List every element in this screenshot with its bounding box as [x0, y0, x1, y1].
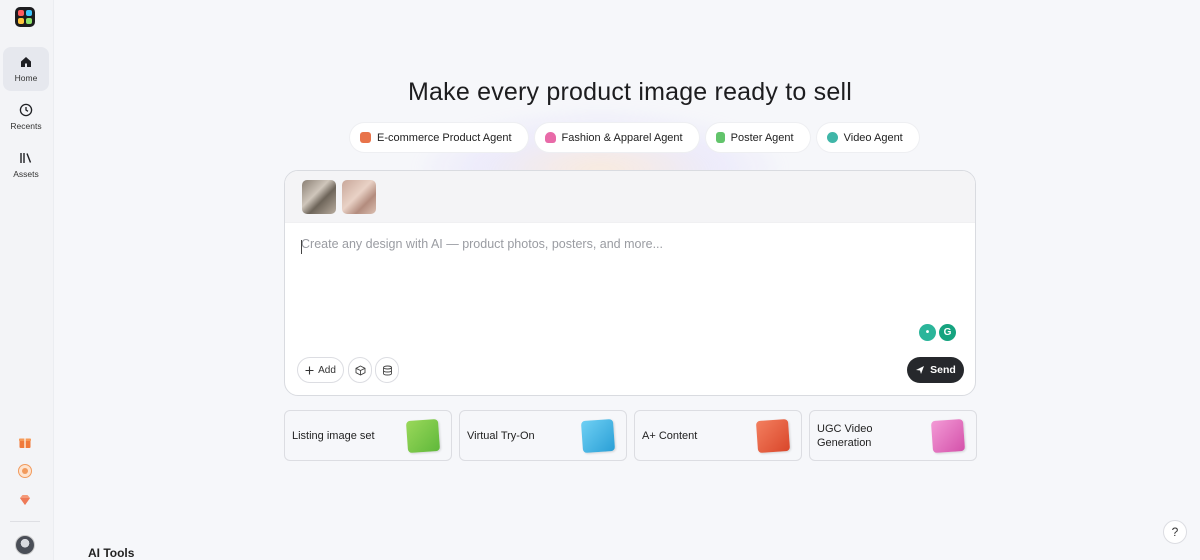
agent-selector: E-commerce Product Agent Fashion & Appar…: [350, 123, 919, 152]
send-icon: [916, 366, 925, 374]
add-button[interactable]: Add: [297, 357, 344, 383]
feature-card-try-on[interactable]: Virtual Try-On: [459, 410, 627, 461]
database-button[interactable]: [375, 357, 399, 383]
help-button[interactable]: ?: [1163, 520, 1187, 544]
database-icon: [382, 365, 392, 375]
feature-cards: Listing image set Virtual Try-On A+ Cont…: [284, 410, 977, 461]
gem-icon[interactable]: [17, 492, 33, 508]
feature-card-ugc-video[interactable]: UGC Video Generation: [809, 410, 977, 461]
page-title: Make every product image ready to sell: [408, 78, 852, 106]
extension-badges: • G: [919, 324, 956, 341]
avatar[interactable]: [15, 535, 35, 555]
cube-icon: [355, 364, 365, 376]
agent-pill-poster[interactable]: Poster Agent: [705, 123, 810, 152]
video-icon: [826, 132, 838, 143]
agent-pill-ecommerce[interactable]: E-commerce Product Agent: [350, 123, 528, 152]
listing-image-art: [405, 418, 441, 454]
agent-pill-label: Poster Agent: [730, 131, 794, 144]
agent-pill-label: E-commerce Product Agent: [377, 131, 512, 144]
a-plus-content-art: [755, 418, 791, 454]
feature-card-listing[interactable]: Listing image set: [284, 410, 452, 461]
feature-card-label: UGC Video Generation: [817, 422, 873, 449]
sidebar-item-label: Recents: [10, 121, 42, 131]
agent-pill-label: Fashion & Apparel Agent: [561, 131, 683, 144]
poster-icon: [715, 132, 725, 143]
app-logo[interactable]: [15, 7, 35, 27]
feature-card-label: Virtual Try-On: [467, 429, 535, 442]
attached-image-thumbnail[interactable]: [302, 180, 336, 214]
shirt-icon: [544, 132, 556, 143]
grammarly-icon[interactable]: G: [939, 324, 956, 341]
coin-icon[interactable]: [17, 463, 33, 479]
lightbulb-icon[interactable]: •: [919, 324, 936, 341]
feature-card-a-plus[interactable]: A+ Content: [634, 410, 802, 461]
agent-pill-video[interactable]: Video Agent: [816, 123, 919, 152]
attachment-bar: [285, 171, 975, 223]
sidebar-divider: [10, 521, 40, 522]
add-button-label: Add: [318, 364, 336, 376]
plus-icon: [305, 366, 314, 374]
feature-card-label: A+ Content: [642, 429, 698, 442]
send-button[interactable]: Send: [907, 357, 964, 383]
feature-card-label: Listing image set: [292, 429, 375, 442]
prompt-input[interactable]: [301, 237, 961, 317]
agent-pill-fashion[interactable]: Fashion & Apparel Agent: [534, 123, 699, 152]
ugc-video-art: [930, 418, 966, 454]
agent-pill-label: Video Agent: [843, 131, 903, 144]
section-title-ai-tools: AI Tools: [88, 546, 135, 560]
home-icon: [21, 57, 31, 67]
model-button[interactable]: [348, 357, 372, 383]
sidebar-item-assets[interactable]: Assets: [3, 143, 49, 187]
try-on-art: [580, 418, 616, 454]
library-icon: [20, 153, 32, 163]
sidebar-item-label: Assets: [13, 169, 39, 179]
prompt-composer: • G Add Send: [284, 170, 976, 396]
text-cursor: [301, 240, 302, 254]
truck-icon: [360, 132, 371, 143]
send-button-label: Send: [930, 364, 956, 376]
attached-image-thumbnail[interactable]: [342, 180, 376, 214]
gift-icon[interactable]: [17, 434, 33, 450]
